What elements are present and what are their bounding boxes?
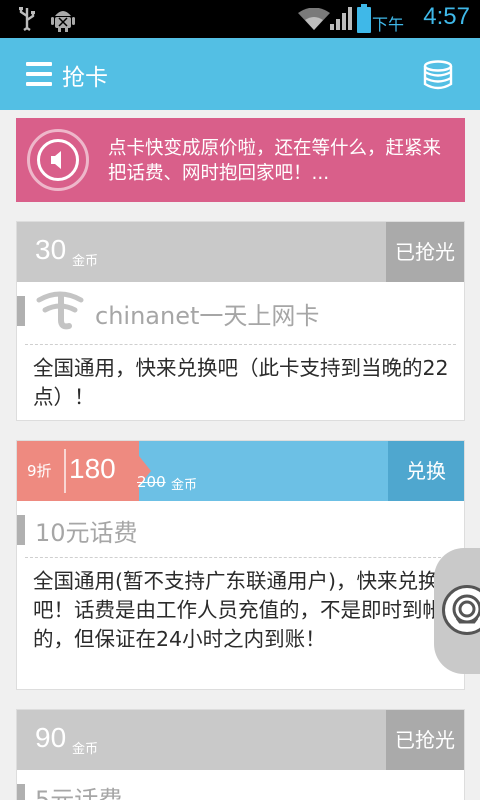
battery-icon (357, 4, 371, 33)
card-header: 9折 180 200 金币 兑换 (17, 441, 464, 501)
card-header: 30 金币 已抢光 (17, 222, 464, 282)
price-unit: 金币 (72, 254, 99, 269)
divider (25, 344, 456, 345)
price-unit: 金币 (72, 742, 99, 757)
signal-icon (330, 7, 352, 30)
discount-badge: 9折 180 (17, 441, 139, 501)
app-bar: 抢卡 (0, 38, 480, 110)
sold-out-button[interactable]: 已抢光 (386, 222, 464, 282)
usb-icon (19, 7, 35, 31)
original-price: 200 (137, 473, 166, 491)
notice-banner[interactable]: 点卡快变成原价啦，还在等什么，赶紧来把话费、网时抱回家吧！... (16, 118, 465, 202)
card-title: chinanet一天上网卡 (95, 302, 320, 330)
customer-service-icon[interactable] (442, 585, 480, 635)
exchange-button[interactable]: 兑换 (388, 441, 464, 501)
price-value: 180 (69, 453, 116, 484)
title-marker (17, 515, 25, 545)
title-marker (17, 296, 25, 326)
hamburger-menu-icon[interactable] (26, 62, 52, 86)
price-value: 30 (35, 234, 67, 265)
android-debug-icon (51, 11, 75, 32)
card-title: 10元话费 (35, 519, 138, 547)
card-description: 全国通用(暂不支持广东联通用户)，快来兑换吧！话费是由工作人员充值的，不是即时到… (33, 569, 443, 651)
price-unit: 金币 (171, 478, 198, 493)
sold-out-button[interactable]: 已抢光 (386, 710, 464, 770)
card-header: 90 金币 已抢光 (17, 710, 464, 770)
service-float-tab[interactable] (434, 548, 480, 674)
title-marker (17, 784, 25, 800)
status-time: 4:57 (423, 3, 470, 30)
card-item: 9折 180 200 金币 兑换 10元话费 全国通用(暂不支持广东联通用户)，… (16, 440, 465, 690)
speaker-icon (27, 129, 89, 191)
divider (25, 557, 456, 558)
card-item: 90 金币 已抢光 5元话费 (16, 709, 465, 800)
status-bar: 下午 4:57 (0, 0, 480, 38)
notice-text: 点卡快变成原价啦，还在等什么，赶紧来把话费、网时抱回家吧！... (108, 138, 442, 184)
discount-label: 9折 (27, 462, 52, 480)
discount-divider (64, 449, 66, 493)
status-ampm: 下午 (371, 15, 404, 34)
wifi-icon (298, 8, 330, 30)
card-description: 全国通用，快来兑换吧（此卡支持到当晚的22点）！ (33, 356, 449, 409)
coin-stack-icon[interactable] (422, 60, 454, 90)
card-item: 30 金币 已抢光 chinanet一天上网卡 全国通用，快来兑换吧（此卡支持到… (16, 221, 465, 421)
china-telecom-logo-icon (36, 291, 84, 330)
page-title: 抢卡 (62, 65, 108, 91)
card-title: 5元话费 (35, 786, 123, 800)
price-value: 90 (35, 722, 67, 753)
